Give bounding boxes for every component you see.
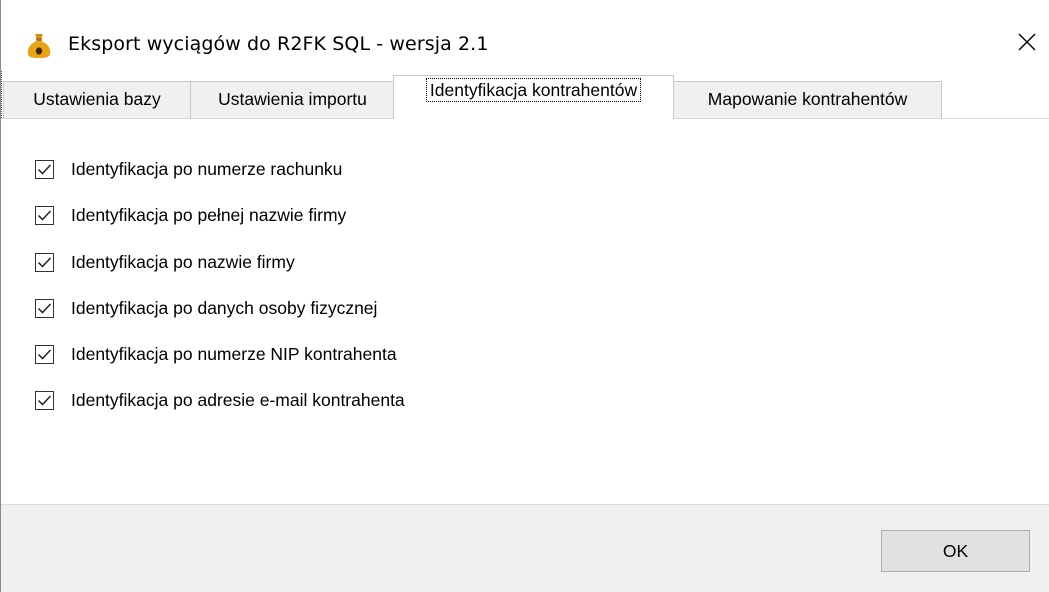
option-nazwa-firmy[interactable]: Identyfikacja po nazwie firmy — [35, 249, 295, 275]
close-button[interactable] — [1005, 22, 1049, 66]
option-pelna-nazwa-firmy[interactable]: Identyfikacja po pełnej nazwie firmy — [35, 202, 346, 228]
option-label[interactable]: Identyfikacja po adresie e-mail kontrahe… — [71, 390, 405, 411]
option-label[interactable]: Identyfikacja po numerze NIP kontrahenta — [71, 344, 397, 365]
checkbox[interactable] — [35, 205, 54, 225]
option-dane-osoby-fizycznej[interactable]: Identyfikacja po danych osoby fizycznej — [35, 295, 377, 321]
checkbox[interactable] — [35, 159, 54, 179]
tab-identyfikacja-kontrahentow[interactable]: Identyfikacja kontrahentów — [393, 75, 674, 119]
checkbox[interactable] — [35, 298, 54, 318]
title-bar[interactable]: Eksport wyciągów do R2FK SQL - wersja 2.… — [1, 0, 1049, 70]
window-title: Eksport wyciągów do R2FK SQL - wersja 2.… — [68, 33, 489, 55]
money-bag-icon — [26, 31, 52, 59]
checkbox[interactable] — [35, 390, 54, 410]
tab-mapowanie-kontrahentow[interactable]: Mapowanie kontrahentów — [673, 81, 942, 119]
option-numer-nip[interactable]: Identyfikacja po numerze NIP kontrahenta — [35, 341, 397, 367]
tab-label: Identyfikacja kontrahentów — [425, 78, 642, 102]
checkbox[interactable] — [35, 252, 54, 272]
checkbox[interactable] — [35, 344, 54, 364]
close-icon — [1018, 33, 1036, 55]
tab-panel-identyfikacja: Identyfikacja po numerze rachunku Identy… — [1, 119, 1049, 504]
tab-strip: Ustawienia bazy Ustawienia importu Ident… — [1, 73, 1049, 119]
ok-button[interactable]: OK — [881, 530, 1030, 572]
tab-label: Ustawienia bazy — [33, 89, 161, 109]
option-label[interactable]: Identyfikacja po danych osoby fizycznej — [71, 298, 377, 319]
dialog-window: Eksport wyciągów do R2FK SQL - wersja 2.… — [0, 0, 1049, 592]
option-label[interactable]: Identyfikacja po pełnej nazwie firmy — [71, 205, 346, 226]
option-numer-rachunku[interactable]: Identyfikacja po numerze rachunku — [35, 156, 342, 182]
tab-label: Mapowanie kontrahentów — [707, 89, 908, 109]
tab-ustawienia-bazy[interactable]: Ustawienia bazy — [3, 81, 191, 119]
tab-label: Ustawienia importu — [218, 89, 367, 109]
option-adres-email[interactable]: Identyfikacja po adresie e-mail kontrahe… — [35, 387, 405, 413]
dialog-footer: OK — [1, 504, 1049, 592]
option-label[interactable]: Identyfikacja po nazwie firmy — [71, 252, 295, 273]
option-label[interactable]: Identyfikacja po numerze rachunku — [71, 159, 342, 180]
tab-ustawienia-importu[interactable]: Ustawienia importu — [190, 81, 395, 119]
